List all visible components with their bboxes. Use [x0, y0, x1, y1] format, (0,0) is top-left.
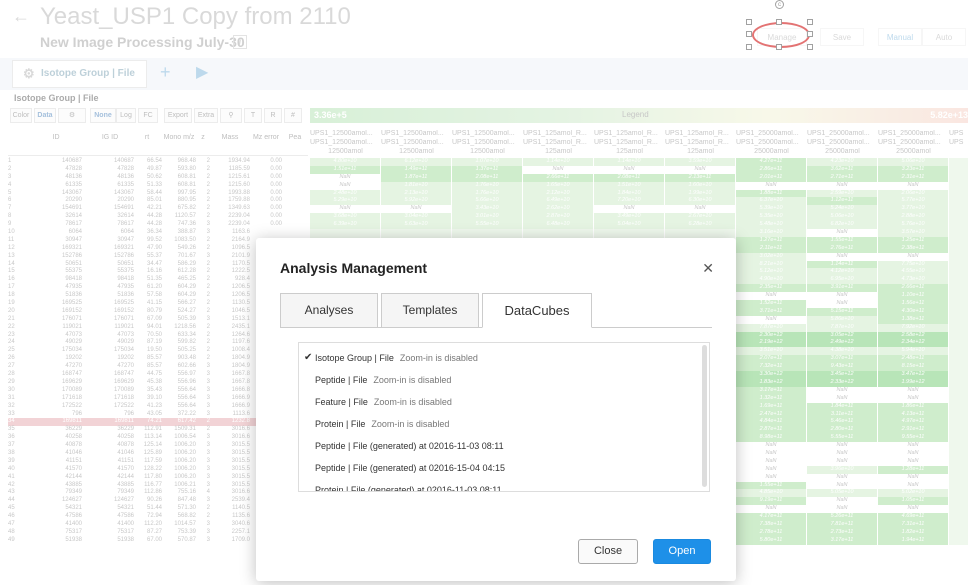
close-button[interactable]: Close [578, 539, 638, 564]
datacube-label: Peptide | File (generated) at 02016-15-0… [315, 463, 505, 473]
datacube-item[interactable]: Peptide | File (generated) at 02016-15-0… [299, 457, 699, 479]
datacube-item[interactable]: Peptide | File Zoom-in is disabled [299, 369, 699, 391]
datacube-item[interactable]: Protein | File Zoom-in is disabled [299, 413, 699, 435]
datacube-item[interactable]: Protein | File (generated) at 02016-11-0… [299, 479, 699, 492]
datacube-list: ✔ Isotope Group | File Zoom-in is disabled… [298, 342, 710, 492]
datacube-item[interactable]: ✔ Isotope Group | File Zoom-in is disabled [299, 347, 699, 369]
tab-analyses[interactable]: Analyses [280, 293, 378, 328]
datacube-name: Peptide | File (generated) at 02016-11-0… [315, 435, 510, 457]
datacube-item[interactable]: Feature | File Zoom-in is disabled [299, 391, 699, 413]
datacube-label: Isotope Group | File [315, 353, 394, 363]
close-icon[interactable]: ✕ [702, 260, 714, 277]
open-button[interactable]: Open [653, 539, 711, 564]
datacube-name: Isotope Group | File Zoom-in is disabled [315, 347, 478, 369]
datacube-note: Zoom-in is disabled [399, 353, 478, 363]
datacube-note: Zoom-in is disabled [371, 419, 450, 429]
datacube-note: Zoom-in is disabled [373, 375, 452, 385]
datacube-label: Peptide | File [315, 375, 368, 385]
datacube-name: Feature | File Zoom-in is disabled [315, 391, 452, 413]
check-icon: ✔ [304, 352, 313, 363]
datacube-label: Peptide | File (generated) at 02016-11-0… [315, 441, 504, 451]
datacube-label: Protein | File [315, 419, 366, 429]
datacube-name: Protein | File (generated) at 02016-11-0… [315, 479, 508, 492]
datacube-name: Protein | File Zoom-in is disabled [315, 413, 449, 435]
tab-datacubes[interactable]: DataCubes [482, 293, 592, 328]
datacube-name: Peptide | File Zoom-in is disabled [315, 369, 451, 391]
dialog-title: Analysis Management [280, 260, 428, 276]
scrollbar[interactable] [702, 345, 707, 487]
datacube-label: Protein | File (generated) at 02016-11-0… [315, 485, 502, 492]
datacube-label: Feature | File [315, 397, 368, 407]
datacube-note: Zoom-in is disabled [373, 397, 452, 407]
datacube-name: Peptide | File (generated) at 02016-15-0… [315, 457, 511, 479]
tab-templates[interactable]: Templates [381, 293, 479, 328]
datacube-item[interactable]: Peptide | File (generated) at 02016-11-0… [299, 435, 699, 457]
analysis-management-dialog: Analysis Management ✕ Analyses Templates… [256, 238, 736, 581]
